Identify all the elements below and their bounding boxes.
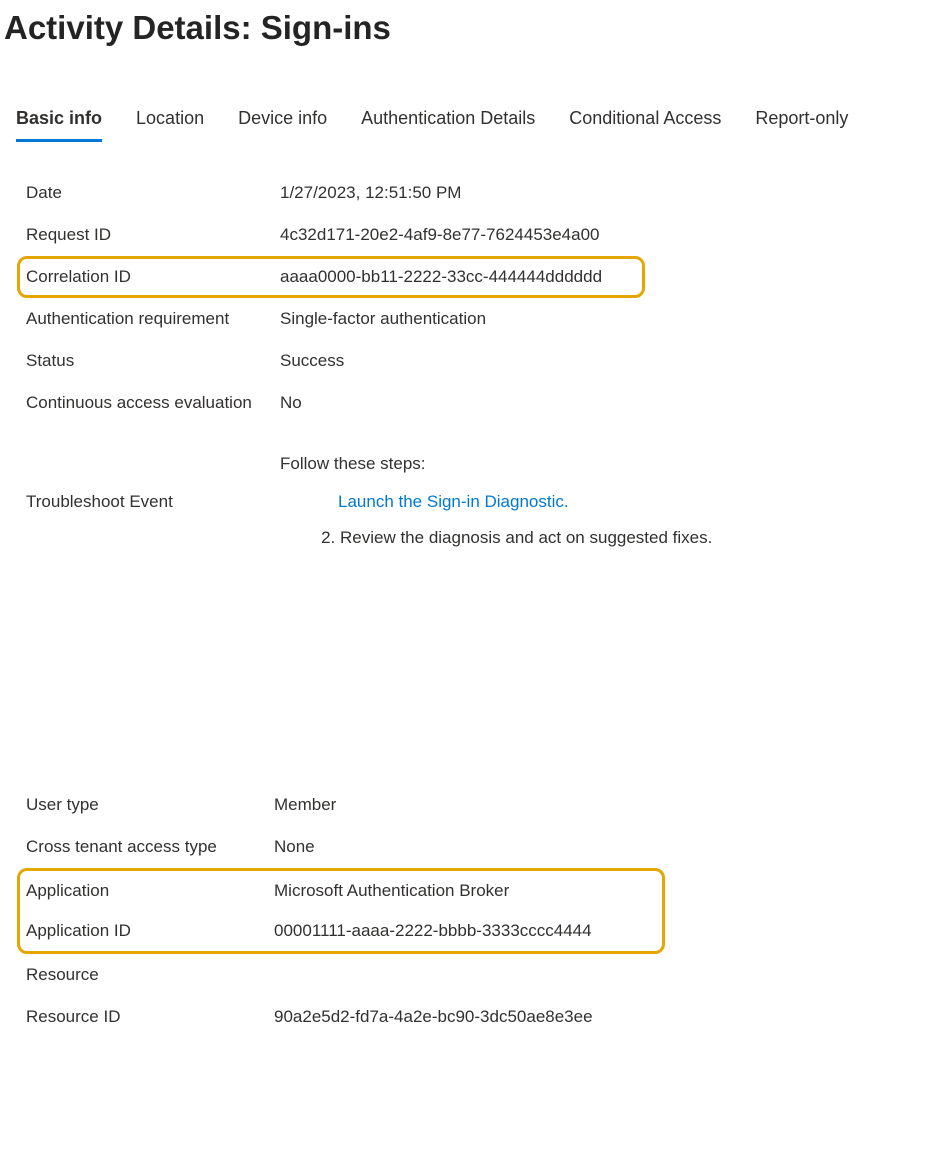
value-correlation-id: aaaa0000-bb11-2222-33cc-444444dddddd [280, 267, 602, 287]
tab-conditional-access[interactable]: Conditional Access [569, 108, 721, 142]
label-correlation-id: Correlation ID [26, 267, 280, 287]
troubleshoot-block: Troubleshoot Event Follow these steps: L… [26, 454, 932, 564]
label-status: Status [26, 351, 280, 371]
row-user-type: User type Member [26, 784, 932, 826]
label-request-id: Request ID [26, 225, 280, 245]
label-troubleshoot-event: Troubleshoot Event [26, 454, 280, 512]
value-application-id: 00001111-aaaa-2222-bbbb-3333cccc4444 [274, 921, 592, 941]
row-request-id: Request ID 4c32d171-20e2-4af9-8e77-76244… [26, 214, 932, 256]
step-launch-diagnostic: Launch the Sign-in Diagnostic. [338, 492, 932, 512]
highlight-correlation-id: Correlation ID aaaa0000-bb11-2222-33cc-4… [17, 256, 645, 298]
tab-authentication-details[interactable]: Authentication Details [361, 108, 535, 142]
value-cross-tenant: None [274, 837, 315, 857]
row-auth-requirement: Authentication requirement Single-factor… [26, 298, 932, 340]
value-continuous-access-eval: No [280, 393, 302, 413]
value-application: Microsoft Authentication Broker [274, 881, 509, 901]
tab-bar: Basic info Location Device info Authenti… [16, 108, 932, 142]
link-launch-signin-diagnostic[interactable]: Launch the Sign-in Diagnostic. [338, 492, 569, 511]
tab-basic-info[interactable]: Basic info [16, 108, 102, 142]
label-user-type: User type [26, 795, 274, 815]
row-continuous-access-eval: Continuous access evaluation No [26, 382, 932, 424]
row-date: Date 1/27/2023, 12:51:50 PM [26, 172, 932, 214]
label-date: Date [26, 183, 280, 203]
row-status: Status Success [26, 340, 932, 382]
step-review-diagnosis: Review the diagnosis and act on suggeste… [340, 528, 932, 548]
value-date: 1/27/2023, 12:51:50 PM [280, 183, 461, 203]
page-title: Activity Details: Sign-ins [4, 8, 932, 48]
details-section-2: User type Member Cross tenant access typ… [26, 784, 932, 1038]
row-cross-tenant: Cross tenant access type None [26, 826, 932, 868]
tab-report-only[interactable]: Report-only [755, 108, 848, 142]
tab-location[interactable]: Location [136, 108, 204, 142]
label-application: Application [26, 881, 274, 901]
label-cross-tenant: Cross tenant access type [26, 837, 274, 857]
value-resource-id: 90a2e5d2-fd7a-4a2e-bc90-3dc50ae8e3ee [274, 1007, 593, 1027]
row-resource: Resource [26, 954, 932, 996]
row-application: Application Microsoft Authentication Bro… [26, 877, 662, 911]
tab-device-info[interactable]: Device info [238, 108, 327, 142]
label-resource-id: Resource ID [26, 1007, 274, 1027]
label-auth-requirement: Authentication requirement [26, 309, 280, 329]
troubleshoot-steps: Launch the Sign-in Diagnostic. Review th… [280, 492, 932, 548]
value-user-type: Member [274, 795, 336, 815]
row-application-id: Application ID 00001111-aaaa-2222-bbbb-3… [26, 911, 662, 945]
label-resource: Resource [26, 965, 274, 985]
value-status: Success [280, 351, 344, 371]
row-correlation-id: Correlation ID aaaa0000-bb11-2222-33cc-4… [26, 265, 642, 289]
details-section-1: Date 1/27/2023, 12:51:50 PM Request ID 4… [26, 172, 932, 564]
value-request-id: 4c32d171-20e2-4af9-8e77-7624453e4a00 [280, 225, 600, 245]
row-resource-id: Resource ID 90a2e5d2-fd7a-4a2e-bc90-3dc5… [26, 996, 932, 1038]
troubleshoot-content: Follow these steps: Launch the Sign-in D… [280, 454, 932, 564]
value-auth-requirement: Single-factor authentication [280, 309, 486, 329]
follow-steps-text: Follow these steps: [280, 454, 932, 474]
label-continuous-access-eval: Continuous access evaluation [26, 393, 280, 413]
highlight-application: Application Microsoft Authentication Bro… [17, 868, 665, 954]
label-application-id: Application ID [26, 921, 274, 941]
